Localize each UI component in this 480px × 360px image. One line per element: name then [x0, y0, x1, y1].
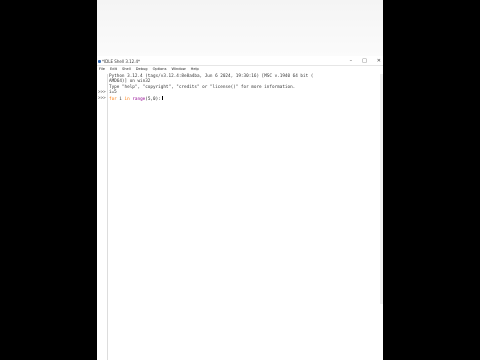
menu-bar: File Edit Shell Debug Options Window Hel…	[97, 66, 383, 73]
prompt-gutter: >>> >>>	[97, 74, 108, 360]
gutter-prompt: >>>	[98, 95, 106, 101]
maximize-icon[interactable]: □	[362, 58, 367, 65]
close-icon[interactable]: ✕	[377, 58, 381, 65]
keyword-for: for	[109, 96, 117, 102]
shell-text-area[interactable]: Python 3.12.4 (tags/v3.12.4:8e8a4ba, Jun…	[109, 74, 381, 304]
title-bar[interactable]: *IDLE Shell 3.12.4* – □ ✕	[97, 58, 383, 66]
menu-file[interactable]: File	[99, 66, 105, 73]
menu-help[interactable]: Help	[191, 66, 199, 73]
window-controls: – □ ✕	[350, 58, 381, 65]
menu-debug[interactable]: Debug	[136, 66, 148, 73]
loop-variable: i	[116, 96, 125, 102]
menu-edit[interactable]: Edit	[110, 66, 117, 73]
menu-shell[interactable]: Shell	[122, 66, 131, 73]
current-input-line[interactable]: for i in range(5,0):	[109, 95, 381, 102]
vertical-scrollbar[interactable]	[380, 74, 383, 304]
minimize-icon[interactable]: –	[350, 58, 353, 65]
python-icon	[98, 59, 101, 63]
window-title: *IDLE Shell 3.12.4*	[102, 59, 141, 64]
text-cursor	[161, 95, 163, 101]
menu-options[interactable]: Options	[153, 66, 167, 73]
builtin-range: range	[129, 96, 146, 102]
range-args: (5,0):	[145, 96, 161, 102]
blurred-top-area	[97, 0, 383, 56]
idle-shell-window: *IDLE Shell 3.12.4* – □ ✕ File Edit Shel…	[97, 58, 383, 360]
gutter-prompt: >>>	[98, 90, 106, 96]
screen-recording-frame: *IDLE Shell 3.12.4* – □ ✕ File Edit Shel…	[97, 0, 383, 360]
menu-window[interactable]: Window	[171, 66, 185, 73]
